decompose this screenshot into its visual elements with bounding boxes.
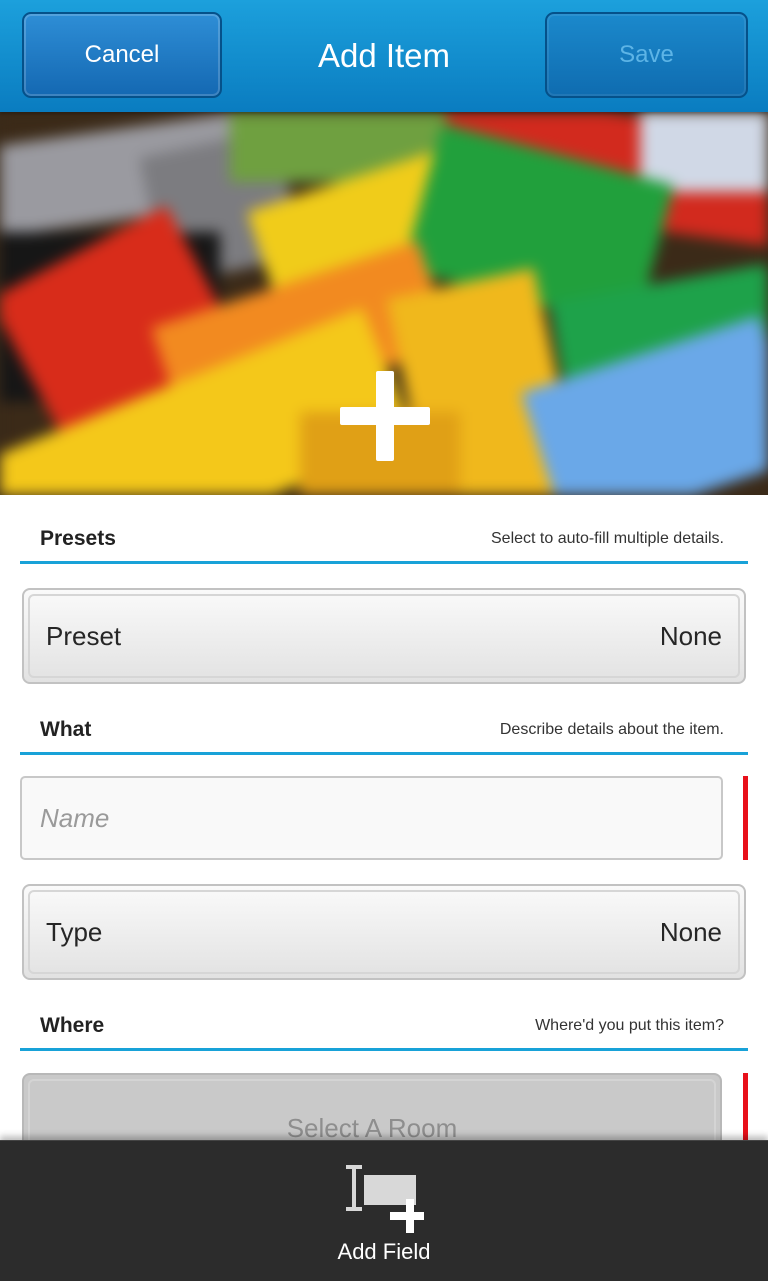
name-field[interactable]: Name <box>20 776 723 860</box>
add-field-icon <box>346 1165 424 1233</box>
type-value: None <box>659 916 722 947</box>
required-marker <box>743 776 748 860</box>
presets-hint: Select to auto-fill multiple details. <box>491 529 724 547</box>
required-marker <box>743 1073 748 1140</box>
title-bar: Cancel Add Item Save <box>0 0 768 112</box>
where-header: Where Where'd you put this item? <box>20 1003 748 1051</box>
page-title: Add Item <box>317 37 451 74</box>
presets-title: Presets <box>40 526 116 550</box>
preset-value: None <box>659 620 722 651</box>
what-title: What <box>40 717 92 741</box>
add-field-button[interactable]: Add Field <box>304 1141 464 1281</box>
presets-header: Presets Select to auto-fill multiple det… <box>20 516 748 564</box>
cancel-button[interactable]: Cancel <box>22 12 222 98</box>
item-photo[interactable] <box>0 112 768 495</box>
what-header: What Describe details about the item. <box>20 707 748 755</box>
add-photo-icon[interactable] <box>340 371 430 461</box>
action-bar: Add Field <box>0 1140 768 1281</box>
save-button[interactable]: Save <box>545 12 748 98</box>
where-title: Where <box>40 1013 105 1037</box>
add-field-label: Add Field <box>337 1239 431 1264</box>
type-dropdown[interactable]: Type None <box>22 884 746 980</box>
what-hint: Describe details about the item. <box>499 720 724 738</box>
preset-label: Preset <box>46 620 122 651</box>
where-hint: Where'd you put this item? <box>535 1016 724 1034</box>
type-label: Type <box>46 916 103 947</box>
name-placeholder: Name <box>40 802 110 833</box>
preset-dropdown[interactable]: Preset None <box>22 588 746 684</box>
